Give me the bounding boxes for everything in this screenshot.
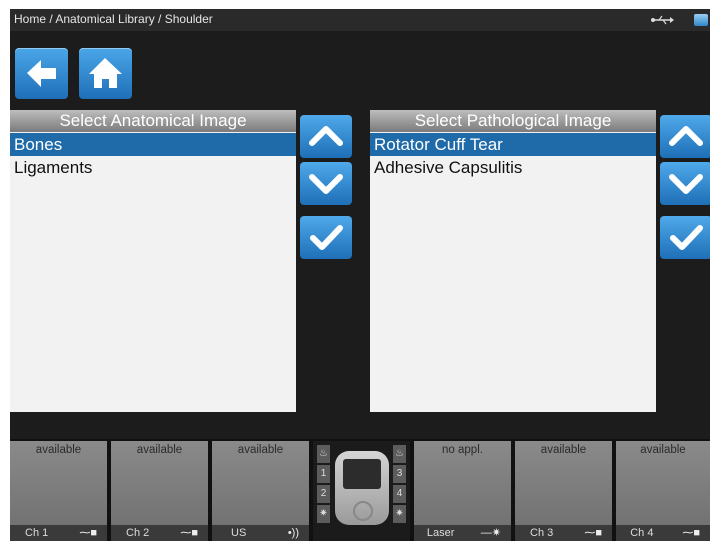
channel-status: no appl.	[442, 444, 483, 456]
channel-status: available	[237, 444, 284, 456]
channel-label: Ch 3	[530, 527, 554, 539]
anatomical-item-bones[interactable]: Bones	[10, 133, 296, 156]
slot-bottom-left-icon: ✷	[317, 505, 330, 523]
device-screen	[343, 459, 381, 489]
anatomical-scroll-down-button[interactable]	[300, 162, 352, 205]
channel-footer: Ch 1 ⁓■	[10, 525, 107, 541]
channel-footer: Laser —✷	[414, 525, 511, 541]
channel-footer: US •))	[212, 525, 309, 541]
pathological-item-adhesive-capsulitis[interactable]: Adhesive Capsulitis	[370, 156, 656, 179]
channel-label: Ch 2	[126, 527, 150, 539]
slot-top-right-icon: ♨	[393, 445, 406, 463]
anatomical-header: Select Anatomical Image	[10, 110, 296, 132]
right-slots: ♨ 3 4 ✷	[393, 445, 406, 525]
electrode-icon: ⁓■	[79, 527, 97, 539]
channel-status: available	[640, 444, 686, 456]
checkmark-icon	[310, 225, 343, 250]
anatomical-list: Bones Ligaments	[10, 133, 296, 179]
home-icon	[89, 58, 122, 88]
breadcrumb[interactable]: Home / Anatomical Library / Shoulder	[14, 12, 213, 26]
channel-tile-ch1[interactable]: available Ch 1 ⁓■	[10, 441, 107, 541]
home-button[interactable]	[79, 48, 132, 99]
ultrasound-icon: •))	[287, 527, 299, 539]
electrode-icon: ⁓■	[180, 527, 198, 539]
channel-status: available	[35, 444, 82, 456]
usb-icon	[651, 15, 674, 25]
channel-status: available	[540, 444, 587, 456]
channel-label: US	[231, 527, 247, 539]
pathological-scroll-down-button[interactable]	[660, 162, 710, 205]
electrode-icon: ⁓■	[682, 527, 700, 539]
pathological-header: Select Pathological Image	[370, 110, 656, 132]
channel-tile-us[interactable]: available US •))	[212, 441, 309, 541]
channel-tile-ch2[interactable]: available Ch 2 ⁓■	[111, 441, 208, 541]
back-button[interactable]	[15, 48, 68, 99]
laser-icon: —✷	[480, 527, 501, 539]
electrode-icon: ⁓■	[584, 527, 602, 539]
channel-status: available	[136, 444, 183, 456]
slot-2[interactable]: 2	[317, 485, 330, 503]
chevron-up-icon	[309, 126, 343, 146]
checkmark-icon	[670, 225, 703, 250]
pathological-scroll-up-button[interactable]	[660, 115, 710, 158]
pathological-panel: Select Pathological Image Rotator Cuff T…	[370, 110, 656, 412]
slot-top-left-icon: ♨	[317, 445, 330, 463]
channel-label: Ch 1	[25, 527, 49, 539]
channel-tile-laser[interactable]: no appl. Laser —✷	[414, 441, 511, 541]
chevron-down-icon	[309, 174, 343, 194]
pathological-confirm-button[interactable]	[660, 216, 710, 259]
pathological-item-rotator-cuff-tear[interactable]: Rotator Cuff Tear	[370, 133, 656, 156]
channel-label: Laser	[426, 527, 455, 539]
device-knob	[353, 501, 373, 521]
app-screen: Home / Anatomical Library / Shoulder Sel…	[10, 9, 710, 541]
pathological-list: Rotator Cuff Tear Adhesive Capsulitis	[370, 133, 656, 179]
left-slots: ♨ 1 2 ✷	[317, 445, 330, 525]
battery-icon	[694, 14, 708, 26]
arrow-left-icon	[27, 60, 56, 87]
channel-label: Ch 4	[630, 527, 654, 539]
slot-bottom-right-icon: ✷	[393, 505, 406, 523]
chevron-down-icon	[669, 174, 703, 194]
anatomical-item-ligaments[interactable]: Ligaments	[10, 156, 296, 179]
channel-footer: Ch 4 ⁓■	[616, 525, 710, 541]
device-panel: ♨ 1 2 ✷ ♨ 3 4 ✷	[313, 441, 410, 541]
channel-footer: Ch 2 ⁓■	[111, 525, 208, 541]
chevron-up-icon	[669, 126, 703, 146]
slot-4[interactable]: 4	[393, 485, 406, 503]
channel-tile-ch4[interactable]: available Ch 4 ⁓■	[616, 441, 710, 541]
slot-3[interactable]: 3	[393, 465, 406, 483]
channel-tile-ch3[interactable]: available Ch 3 ⁓■	[515, 441, 612, 541]
device-image	[335, 451, 389, 525]
slot-1[interactable]: 1	[317, 465, 330, 483]
anatomical-scroll-up-button[interactable]	[300, 115, 352, 158]
anatomical-panel: Select Anatomical Image Bones Ligaments	[10, 110, 296, 412]
anatomical-confirm-button[interactable]	[300, 216, 352, 259]
top-bar: Home / Anatomical Library / Shoulder	[10, 9, 710, 31]
channel-footer: Ch 3 ⁓■	[515, 525, 612, 541]
channel-bar: available Ch 1 ⁓■ available Ch 2 ⁓■ avai…	[10, 439, 710, 541]
